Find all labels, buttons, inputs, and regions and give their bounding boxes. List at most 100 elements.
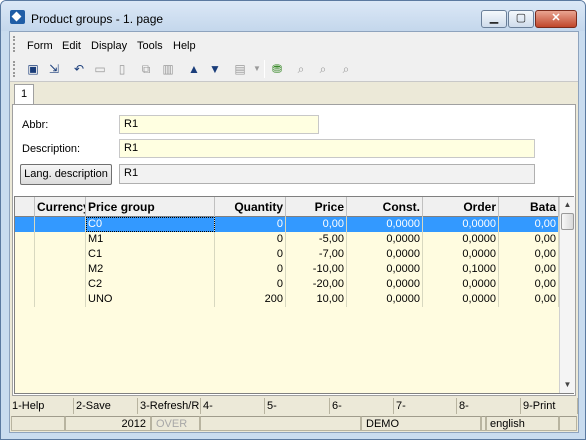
cell-bata[interactable]: 0,00 [499,292,559,307]
maximize-button[interactable]: ▢ [508,10,534,28]
new-document-icon[interactable]: ▯ [114,61,130,77]
abbr-field[interactable]: R1 [119,115,319,134]
save-icon[interactable]: ▣ [25,61,41,77]
table-row[interactable]: M1 0 -5,00 0,0000 0,0000 0,00 [15,232,559,247]
cell-quantity[interactable]: 0 [215,262,286,277]
cell-bata[interactable]: 0,00 [499,262,559,277]
title-bar[interactable]: Product groups - 1. page ▁ ▢ ✕ [1,1,585,31]
properties-icon[interactable]: ▤ [232,61,248,77]
cell-group[interactable]: M2 [86,262,215,277]
cell-group[interactable]: UNO [86,292,215,307]
tab-page-1[interactable]: 1 [14,84,34,105]
dropdown-arrow-icon[interactable]: ▼ [252,61,262,77]
cell-const[interactable]: 0,0000 [347,277,423,292]
column-header-currency[interactable]: Currency [35,197,86,217]
save-as-icon[interactable]: ⇲ [46,61,62,77]
function-key-8[interactable]: 8- [457,398,521,414]
function-key-3[interactable]: 3-Refresh/R [138,398,201,414]
table-row[interactable]: C2 0 -20,00 0,0000 0,0000 0,00 [15,277,559,292]
function-key-4[interactable]: 4- [201,398,265,414]
cell-quantity[interactable]: 200 [215,292,286,307]
table-row[interactable]: C1 0 -7,00 0,0000 0,0000 0,00 [15,247,559,262]
cell-const[interactable]: 0,0000 [347,217,423,232]
undo-icon[interactable]: ↶ [71,61,87,77]
function-key-6[interactable]: 6- [330,398,394,414]
menu-help[interactable]: Help [173,40,196,52]
table-row[interactable]: M2 0 -10,00 0,0000 0,1000 0,00 [15,262,559,277]
find-next-icon[interactable]: ⌕ [315,61,331,77]
cell-const[interactable]: 0,0000 [347,232,423,247]
column-header-quantity[interactable]: Quantity [215,197,286,217]
scroll-up-icon[interactable]: ▲ [560,197,575,212]
cell-price[interactable]: -20,00 [286,277,347,292]
column-header-bata[interactable]: Bata [499,197,559,217]
lang-description-button[interactable]: Lang. description [20,164,112,185]
menu-tools[interactable]: Tools [137,40,163,52]
row-indicator[interactable] [15,262,35,277]
close-button[interactable]: ✕ [535,10,577,28]
cell-currency[interactable] [35,292,86,307]
cell-const[interactable]: 0,0000 [347,247,423,262]
column-header-const[interactable]: Const. [347,197,423,217]
cell-const[interactable]: 0,0000 [347,262,423,277]
cell-quantity[interactable]: 0 [215,232,286,247]
table-row[interactable]: UNO 200 10,00 0,0000 0,0000 0,00 [15,292,559,307]
row-indicator[interactable] [15,232,35,247]
scroll-down-icon[interactable]: ▼ [560,377,575,392]
move-down-icon[interactable]: ▼ [207,61,223,77]
cell-price[interactable]: -7,00 [286,247,347,262]
open-folder-icon[interactable]: ▭ [92,61,108,77]
row-indicator[interactable] [15,217,35,232]
cell-price[interactable]: 0,00 [286,217,347,232]
move-up-icon[interactable]: ▲ [186,61,202,77]
cell-bata[interactable]: 0,00 [499,217,559,232]
cell-currency[interactable] [35,247,86,262]
cell-bata[interactable]: 0,00 [499,247,559,262]
cell-order[interactable]: 0,1000 [423,262,499,277]
cell-quantity[interactable]: 0 [215,247,286,262]
find-icon[interactable]: ⌕ [293,61,309,77]
cell-price[interactable]: -10,00 [286,262,347,277]
description-field[interactable]: R1 [119,139,535,158]
cell-group[interactable]: M1 [86,232,215,247]
find-previous-icon[interactable]: ⌕ [338,61,354,77]
menu-display[interactable]: Display [91,40,127,52]
function-key-7[interactable]: 7- [394,398,457,414]
book-icon[interactable]: ▥ [160,61,176,77]
cell-group[interactable]: C1 [86,247,215,262]
cell-order[interactable]: 0,0000 [423,277,499,292]
price-groups-grid[interactable]: Currency Price group Quantity Price Cons… [14,196,575,394]
cell-currency[interactable] [35,217,86,232]
column-header-price-group[interactable]: Price group [86,197,215,217]
table-row[interactable]: C0 0 0,00 0,0000 0,0000 0,00 [15,217,559,232]
cell-currency[interactable] [35,262,86,277]
cell-const[interactable]: 0,0000 [347,292,423,307]
row-indicator[interactable] [15,292,35,307]
cell-group[interactable]: C2 [86,277,215,292]
cell-order[interactable]: 0,0000 [423,232,499,247]
function-key-9[interactable]: 9-Print [521,398,578,414]
cell-bata[interactable]: 0,00 [499,232,559,247]
scrollbar-thumb[interactable] [561,213,574,230]
cell-group[interactable]: C0 [86,217,215,232]
cell-quantity[interactable]: 0 [215,277,286,292]
cell-order[interactable]: 0,0000 [423,292,499,307]
cell-bata[interactable]: 0,00 [499,277,559,292]
row-indicator[interactable] [15,277,35,292]
cell-quantity[interactable]: 0 [215,217,286,232]
minimize-button[interactable]: ▁ [481,10,507,28]
grid-vertical-scrollbar[interactable]: ▲ ▼ [559,197,575,393]
menu-form[interactable]: Form [27,40,53,52]
cell-order[interactable]: 0,0000 [423,217,499,232]
cell-price[interactable]: -5,00 [286,232,347,247]
copy-icon[interactable]: ⧉ [138,61,154,77]
function-key-1[interactable]: 1-Help [10,398,74,414]
row-indicator[interactable] [15,247,35,262]
cell-price[interactable]: 10,00 [286,292,347,307]
cell-currency[interactable] [35,277,86,292]
cell-order[interactable]: 0,0000 [423,247,499,262]
column-header-order[interactable]: Order [423,197,499,217]
function-key-2[interactable]: 2-Save [74,398,138,414]
column-header-price[interactable]: Price [286,197,347,217]
function-key-5[interactable]: 5- [265,398,330,414]
